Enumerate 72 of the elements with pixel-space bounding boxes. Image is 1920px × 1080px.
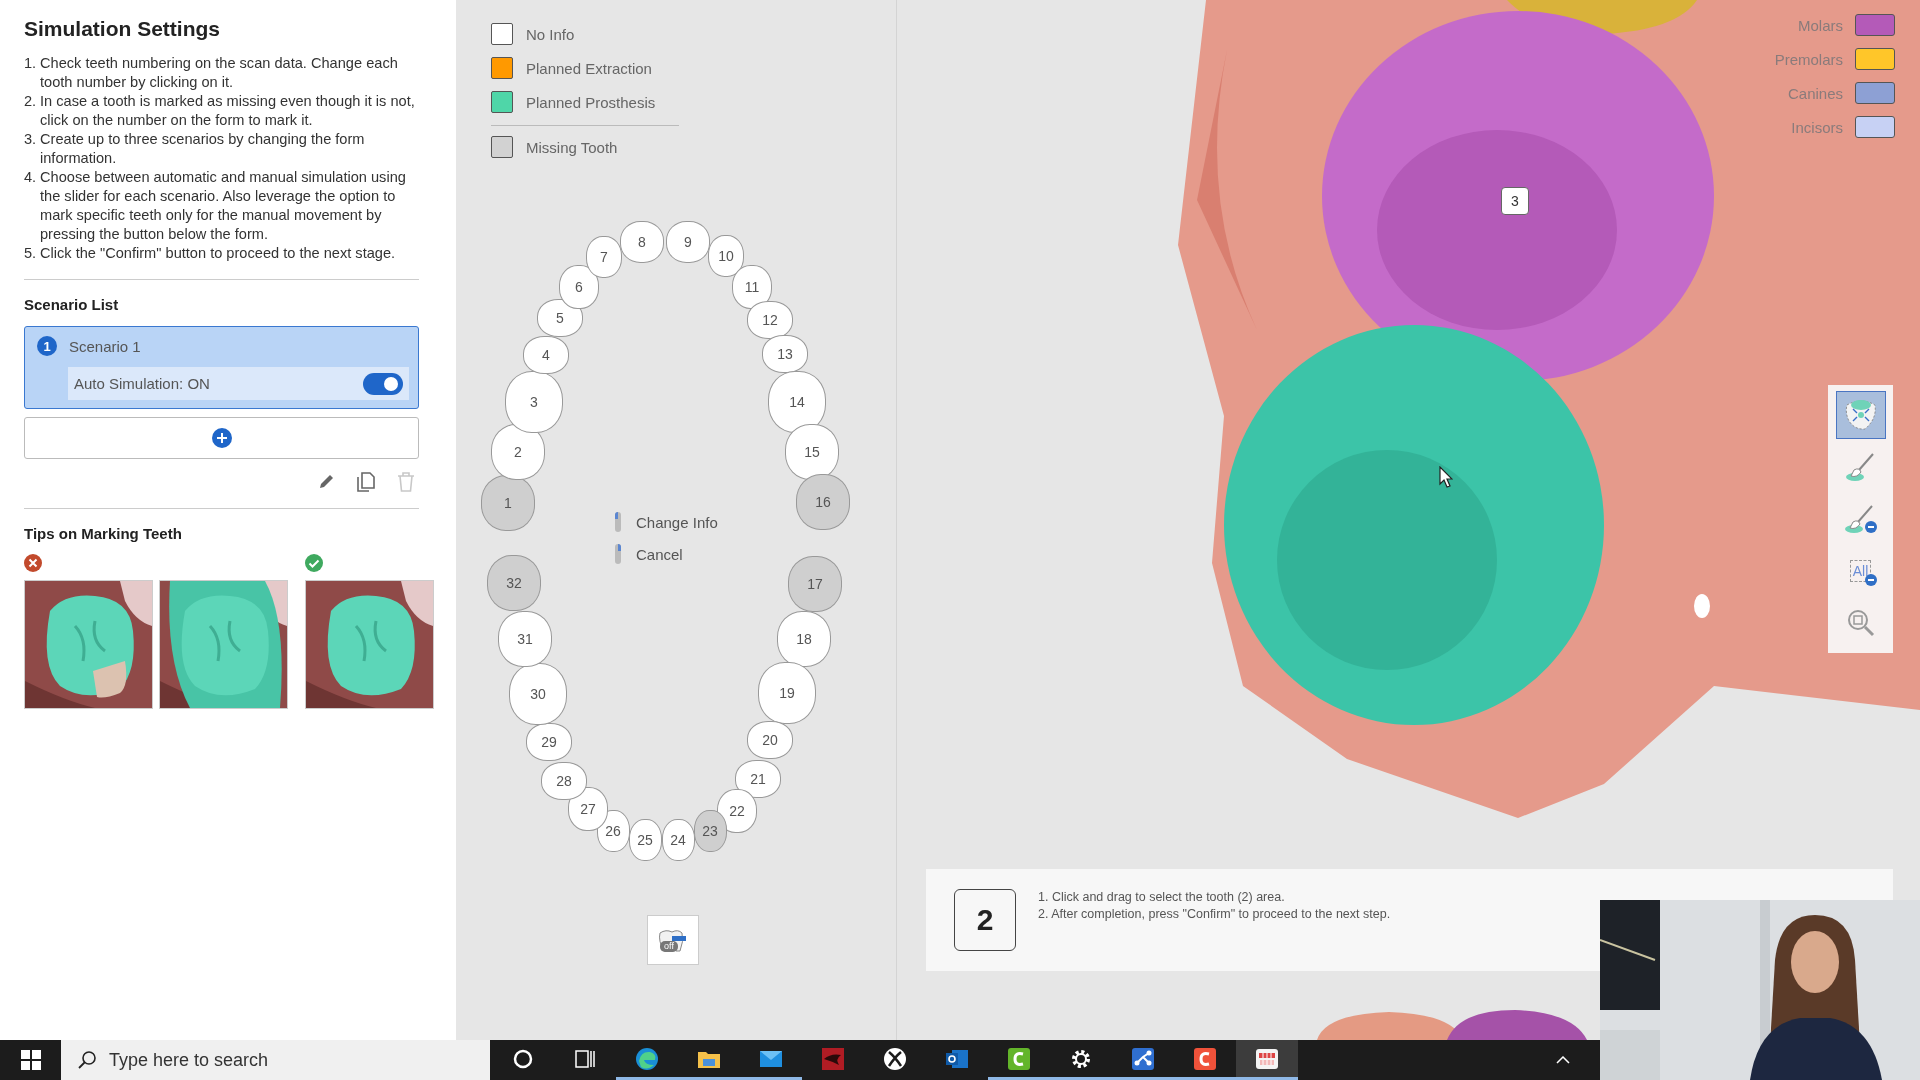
tooth[interactable]: 19	[758, 662, 816, 724]
instruction-text: Click the "Confirm" button to proceed to the next stage.	[40, 244, 397, 263]
legend-label: No Info	[526, 25, 575, 43]
section-title: Scenario List	[24, 296, 120, 313]
check-circle-icon	[305, 554, 323, 572]
legend-label: Missing Tooth	[526, 138, 618, 156]
tooth[interactable]: 17	[788, 556, 842, 612]
scenario-name: Scenario 1	[69, 337, 141, 355]
tooth[interactable]: 21	[735, 760, 781, 798]
plus-circle-icon	[211, 428, 232, 448]
tooth[interactable]: 16	[796, 474, 850, 530]
instruction-text: In case a tooth is marked as missing even though it is not, click on the number on the form to mark it.	[40, 92, 416, 130]
instruction-text: Check teeth numbering on the scan data. Change each tooth number by clicking on it.	[40, 54, 399, 92]
tooth[interactable]: 25	[628, 819, 662, 861]
taskbar-button[interactable]	[1236, 1040, 1298, 1080]
search-icon	[77, 1050, 97, 1070]
tooth[interactable]: 6	[559, 265, 599, 309]
tooth[interactable]: 23	[693, 810, 727, 852]
hint-label: Cancel	[636, 545, 683, 563]
tooth[interactable]: 31	[498, 611, 552, 667]
teeth-icon	[1255, 1046, 1279, 1071]
hint-label: Change Info	[636, 513, 718, 531]
x-circle-icon	[883, 1046, 907, 1071]
app-icon	[1193, 1046, 1217, 1071]
tooth[interactable]: 7	[586, 236, 622, 278]
step-number: 2.	[24, 92, 38, 111]
step-number: 5.	[24, 244, 38, 263]
tooth[interactable]: 2	[491, 424, 545, 480]
tooth[interactable]: 1	[481, 475, 535, 531]
x-circle-icon	[24, 554, 42, 572]
pencil-icon	[317, 473, 335, 491]
tooth[interactable]: 29	[526, 723, 572, 761]
app-icon	[821, 1046, 845, 1071]
step-number: 1.	[24, 54, 38, 73]
app-icon	[1007, 1046, 1031, 1071]
trash-icon	[397, 472, 415, 492]
tooth[interactable]: 13	[762, 335, 808, 373]
tooth[interactable]: 24	[661, 819, 695, 861]
chevron-up-icon	[1556, 1056, 1570, 1064]
legend-label: Planned Prosthesis	[526, 93, 656, 111]
nodes-icon	[1131, 1046, 1155, 1071]
scenario-card[interactable]: 1 Scenario 1 Auto Simulation: ON	[24, 326, 419, 409]
tooth[interactable]: 14	[768, 371, 826, 433]
panel-title: Simulation Settings	[24, 17, 221, 41]
legend-label: Planned Extraction	[526, 59, 652, 77]
tooth[interactable]: 18	[777, 611, 831, 667]
tooth[interactable]: 28	[541, 762, 587, 800]
tooth[interactable]: 32	[487, 555, 541, 611]
copy-icon	[356, 472, 376, 492]
instruction-text: Choose between automatic and manual simulation using the slider for each scenario. Also leverage the option to mark specific teeth only for the manual movement by pressing the button below the form.	[40, 168, 407, 244]
tooth[interactable]: 12	[747, 301, 793, 339]
tooth[interactable]: 11	[732, 265, 772, 309]
tooth[interactable]: 20	[747, 721, 793, 759]
toggle-switch[interactable]	[363, 372, 403, 395]
marking-toggle-button[interactable]: off	[647, 915, 699, 965]
tooth[interactable]: 9	[666, 221, 710, 263]
tooth[interactable]: 30	[509, 663, 567, 725]
tooth[interactable]: 5	[537, 299, 583, 337]
number-badge: 1	[37, 336, 57, 356]
tooth[interactable]: 15	[785, 424, 839, 480]
tooth[interactable]: 4	[523, 336, 569, 374]
search-field[interactable]: Type here to search	[61, 1040, 490, 1080]
tooth[interactable]: 10	[708, 235, 744, 277]
tooth[interactable]: 8	[620, 221, 664, 263]
step-number: 3.	[24, 130, 38, 149]
browser-icon	[635, 1046, 659, 1071]
tooth[interactable]: 3	[505, 371, 563, 433]
windows-icon	[20, 1050, 41, 1070]
section-title: Tips on Marking Teeth	[24, 525, 183, 542]
setting-label: Auto Simulation: ON	[74, 375, 210, 392]
instruction-text: Create up to three scenarios by changing the form information.	[40, 130, 366, 168]
step-number: 4.	[24, 168, 38, 187]
